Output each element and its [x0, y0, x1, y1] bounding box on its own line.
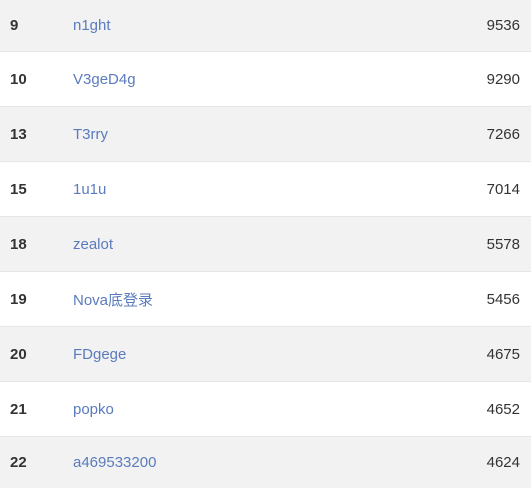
team-name-link[interactable]: a469533200	[73, 454, 411, 471]
score-cell: 7014	[486, 180, 520, 198]
team-name-link[interactable]: n1ght	[73, 17, 411, 34]
rank-cell: 21	[10, 400, 27, 418]
team-name-link[interactable]: FDgege	[73, 346, 411, 363]
score-cell: 4675	[486, 345, 520, 363]
table-row: 10 V3geD4g 9290	[0, 52, 531, 107]
rank-cell: 19	[10, 290, 27, 308]
rank-cell: 13	[10, 125, 27, 143]
rank-cell: 10	[10, 70, 27, 88]
score-cell: 4624	[486, 454, 520, 471]
table-row: 22 a469533200 4624	[0, 437, 531, 488]
rank-cell: 9	[10, 17, 19, 34]
team-name-link[interactable]: Nova底登录	[73, 289, 411, 310]
score-cell: 5456	[486, 290, 520, 308]
team-name-link[interactable]: popko	[73, 401, 411, 418]
score-cell: 9536	[486, 17, 520, 34]
rank-cell: 22	[10, 454, 27, 471]
score-cell: 5578	[486, 235, 520, 253]
score-cell: 4652	[486, 400, 520, 418]
rank-cell: 20	[10, 345, 27, 363]
table-row: 13 T3rry 7266	[0, 107, 531, 162]
team-name-link[interactable]: V3geD4g	[73, 71, 411, 88]
team-name-link[interactable]: zealot	[73, 236, 411, 253]
score-cell: 7266	[486, 125, 520, 143]
rank-cell: 15	[10, 180, 27, 198]
team-name-link[interactable]: 1u1u	[73, 181, 411, 198]
leaderboard-table: 9 n1ght 9536 10 V3geD4g 9290 13 T3rry 72…	[0, 0, 531, 488]
table-row: 21 popko 4652	[0, 382, 531, 437]
table-row: 20 FDgege 4675	[0, 327, 531, 382]
table-row: 19 Nova底登录 5456	[0, 272, 531, 327]
table-row: 15 1u1u 7014	[0, 162, 531, 217]
table-row: 9 n1ght 9536	[0, 0, 531, 52]
rank-cell: 18	[10, 235, 27, 253]
team-name-link[interactable]: T3rry	[73, 126, 411, 143]
score-cell: 9290	[486, 70, 520, 88]
table-row: 18 zealot 5578	[0, 217, 531, 272]
